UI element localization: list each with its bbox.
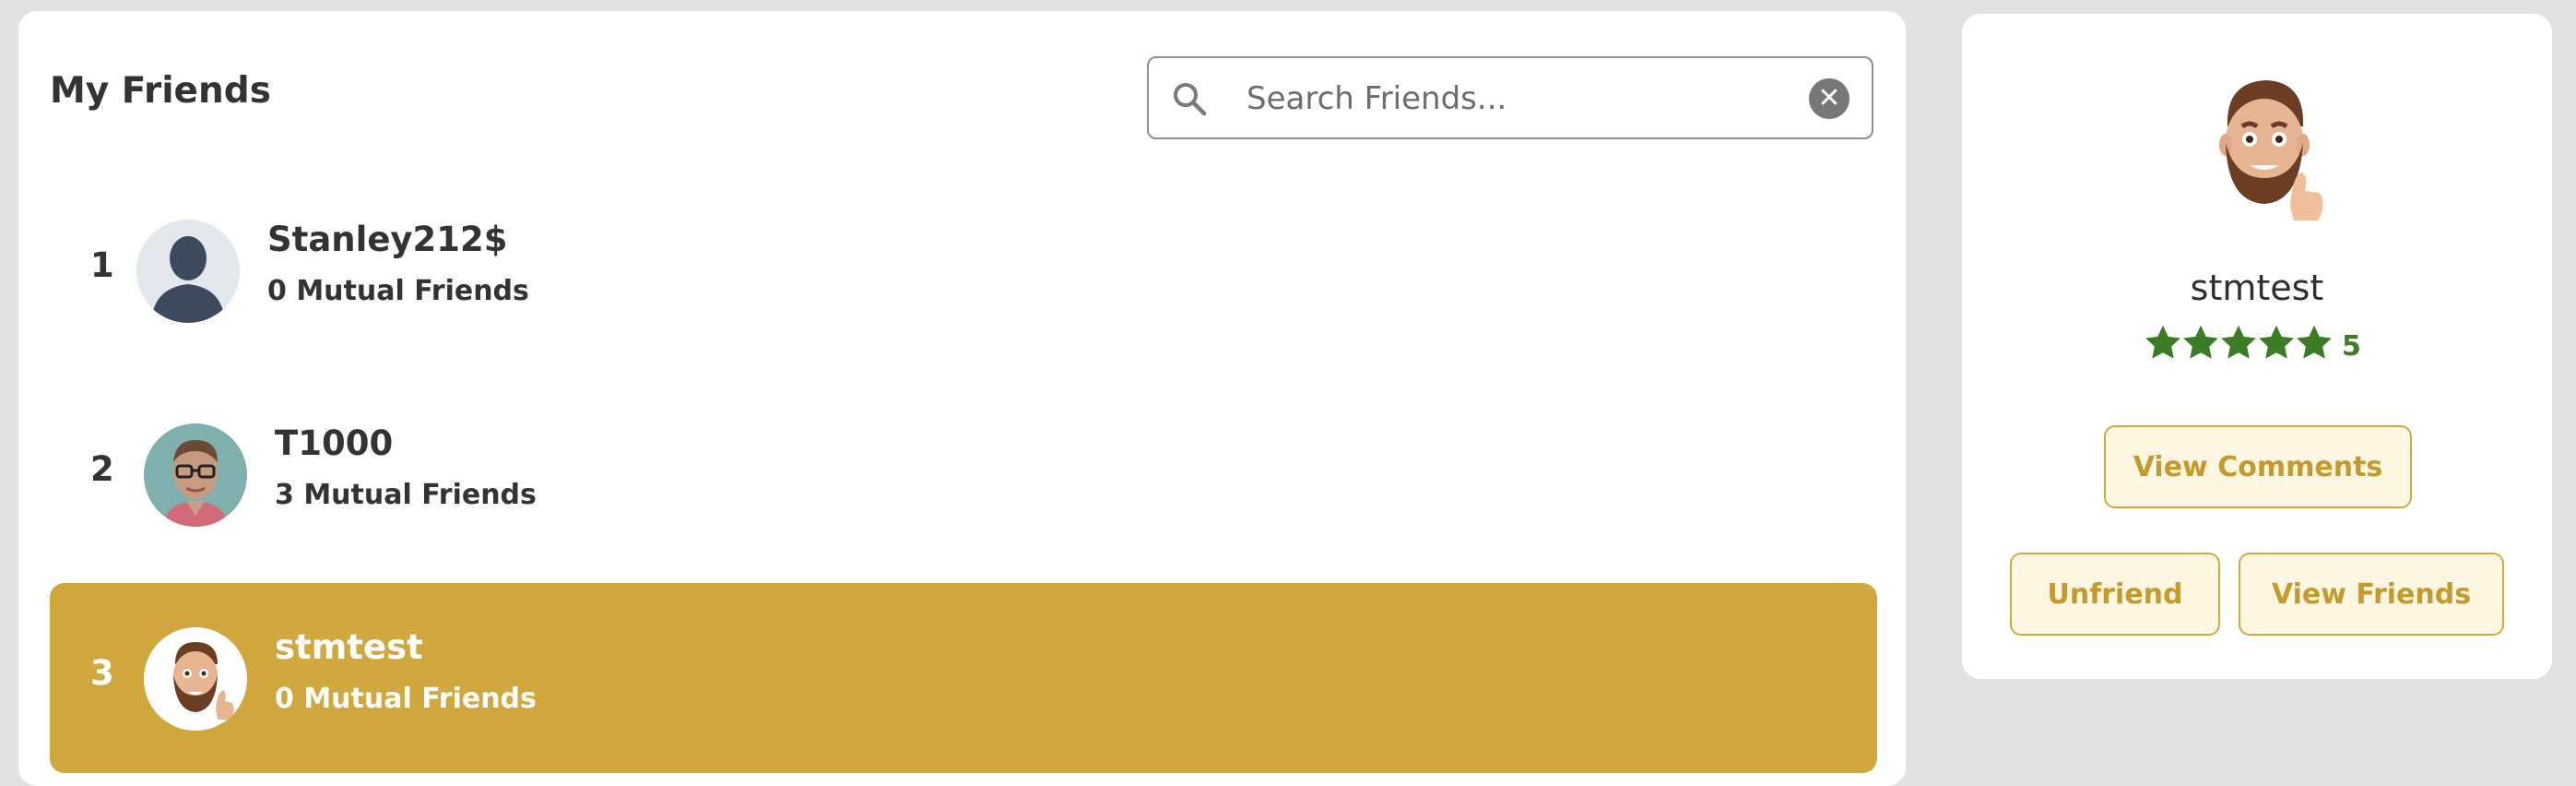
avatar (136, 220, 240, 323)
friends-panel: My Friends ✕ 1 Stanley212$ 0 Mutual Frie… (18, 11, 1906, 786)
page-title: My Friends (50, 70, 271, 112)
clear-search-icon[interactable]: ✕ (1809, 78, 1849, 119)
default-avatar-icon (136, 220, 240, 323)
user-photo-icon (144, 423, 247, 527)
star-icon (2145, 325, 2180, 359)
profile-name: stmtest (2190, 268, 2324, 308)
view-friends-button[interactable]: View Friends (2239, 553, 2504, 636)
friend-rank: 2 (90, 449, 114, 489)
unfriend-button[interactable]: Unfriend (2010, 553, 2220, 636)
mutual-friends-count: 0 Mutual Friends (267, 275, 529, 307)
profile-memoji-icon (2219, 80, 2323, 220)
star-icon (2259, 325, 2294, 359)
friend-name: Stanley212$ (267, 220, 508, 259)
search-input[interactable] (1245, 71, 1783, 126)
friend-row-selected[interactable]: 3 stmtest 0 Mutual Friends (50, 583, 1877, 773)
profile-panel: stmtest 5 View Comments Unfriend View Fr… (1962, 14, 2552, 679)
star-icon (2183, 325, 2218, 359)
friend-name: T1000 (275, 423, 394, 463)
avatar (144, 423, 247, 527)
mutual-friends-count: 3 Mutual Friends (275, 479, 537, 511)
rating-value: 5 (2342, 330, 2361, 363)
friend-row[interactable]: 2 T1000 3 Mutual Friends (50, 379, 1877, 569)
search-icon (1174, 83, 1207, 116)
mutual-friends-count: 0 Mutual Friends (275, 683, 537, 715)
star-icon (2297, 325, 2332, 359)
friend-rank: 3 (90, 653, 114, 693)
friend-name: stmtest (275, 627, 423, 667)
avatar (144, 627, 247, 731)
star-icon (2221, 325, 2256, 359)
search-box[interactable]: ✕ (1147, 56, 1873, 139)
memoji-avatar-icon (144, 627, 247, 731)
view-comments-button[interactable]: View Comments (2104, 425, 2412, 508)
friend-row[interactable]: 1 Stanley212$ 0 Mutual Friends (50, 175, 1877, 365)
friend-rank: 1 (90, 245, 114, 285)
